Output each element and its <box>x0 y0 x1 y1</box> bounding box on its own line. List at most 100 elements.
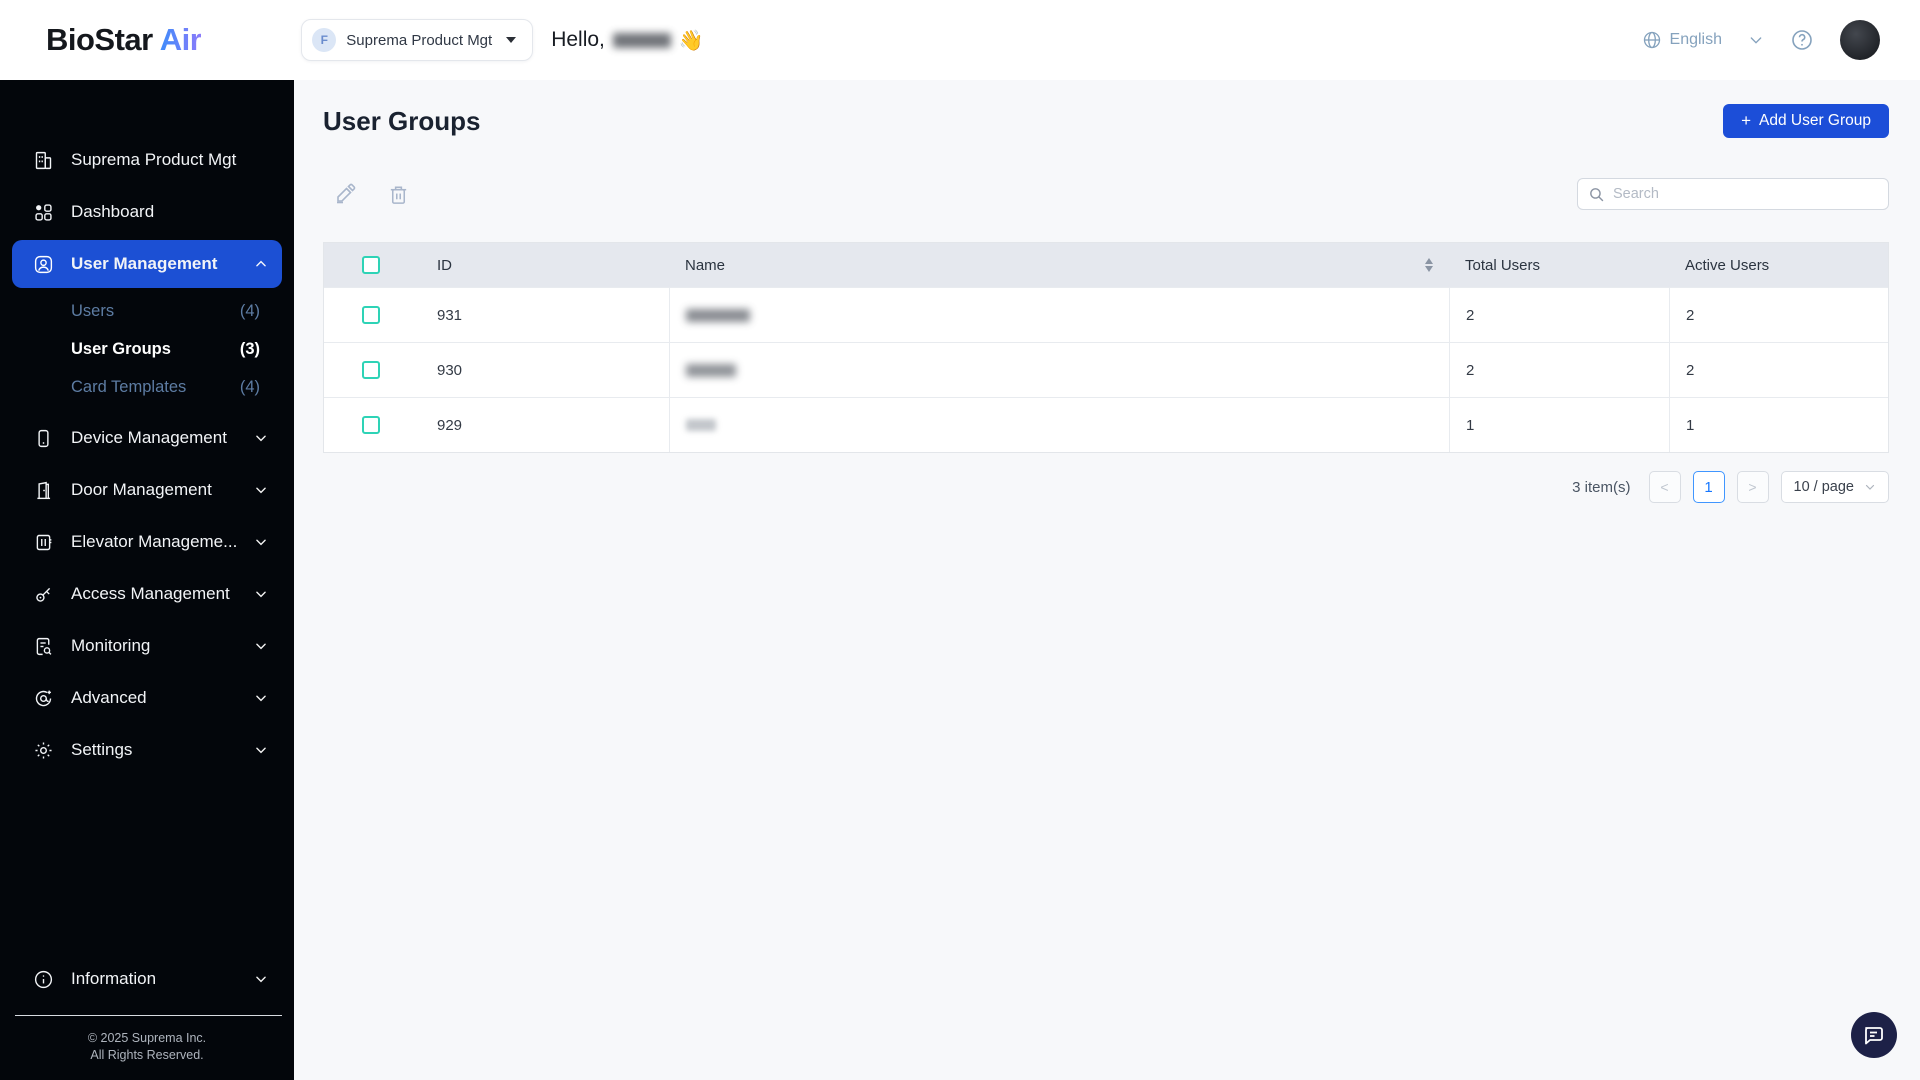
edit-pencil-icon[interactable] <box>333 182 357 206</box>
help-button[interactable] <box>1790 28 1814 52</box>
trash-icon[interactable] <box>387 183 410 206</box>
search-input[interactable] <box>1613 186 1878 202</box>
sidebar-item-user-groups[interactable]: User Groups (3) <box>0 330 294 368</box>
sidebar-item-advanced[interactable]: Advanced <box>0 672 294 724</box>
header-actions: English <box>1642 20 1880 60</box>
sidebar-item-settings[interactable]: Settings <box>0 724 294 776</box>
submenu-count: (4) <box>239 377 260 396</box>
question-circle-icon <box>1792 30 1812 50</box>
sidebar-item-label: Access Management <box>71 584 230 603</box>
sidebar-item-door-management[interactable]: Door Management <box>0 464 294 516</box>
column-header-id: ID <box>437 256 452 274</box>
pagination-next-button[interactable]: > <box>1736 471 1769 503</box>
row-active-users: 2 <box>1669 343 1888 397</box>
elevator-icon <box>36 534 52 550</box>
wave-emoji: 👋 <box>678 29 704 52</box>
sidebar-item-label: Advanced <box>71 688 147 707</box>
submenu-label: Card Templates <box>71 377 187 396</box>
organization-badge: F <box>312 28 337 52</box>
row-checkbox[interactable] <box>362 361 380 379</box>
row-checkbox-cell <box>324 361 414 379</box>
key-icon <box>36 587 51 602</box>
sidebar-item-label: Suprema Product Mgt <box>71 150 237 169</box>
row-active-users: 2 <box>1669 288 1888 342</box>
caret-down-icon <box>506 37 517 43</box>
submenu-label: User Groups <box>71 339 171 358</box>
page-head: User Groups + Add User Group <box>323 104 1889 138</box>
greeting-text: Hello, <box>551 28 605 51</box>
chevron-down-icon <box>256 747 266 754</box>
row-name <box>669 343 1449 397</box>
plus-icon: + <box>1741 111 1751 130</box>
device-icon <box>38 429 49 447</box>
chevron-down-icon[interactable] <box>1748 32 1764 48</box>
door-icon <box>37 481 51 499</box>
sidebar-item-dashboard[interactable]: Dashboard <box>0 186 294 238</box>
logo-biostar: BioStar <box>46 22 153 57</box>
table-header-row: ID Name Total Users Active Users <box>324 243 1888 287</box>
sidebar-item-suprema-product-mgt[interactable]: Suprema Product Mgt <box>0 134 294 186</box>
table-row[interactable]: 931 2 2 <box>324 287 1888 342</box>
add-user-group-button[interactable]: + Add User Group <box>1723 104 1889 138</box>
user-groups-table: ID Name Total Users Active Users 931 2 2… <box>323 242 1889 453</box>
sidebar-item-device-management[interactable]: Device Management <box>0 412 294 464</box>
language-label: English <box>1669 31 1722 48</box>
page-title: User Groups <box>323 105 481 136</box>
chat-fab-button[interactable] <box>1851 1012 1897 1058</box>
sidebar-item-card-templates[interactable]: Card Templates (4) <box>0 368 294 406</box>
chevron-down-icon <box>256 643 266 650</box>
main-content: User Groups + Add User Group ID <box>294 80 1920 1080</box>
user-avatar[interactable] <box>1840 20 1880 60</box>
column-header-total-users: Total Users <box>1465 256 1541 274</box>
submenu-label: Users <box>71 301 115 320</box>
table-row[interactable]: 930 2 2 <box>324 342 1888 397</box>
column-header-name-label: Name <box>685 256 726 274</box>
sidebar-item-label: Device Management <box>71 428 227 447</box>
sidebar-item-monitoring[interactable]: Monitoring <box>0 620 294 672</box>
row-total-users: 2 <box>1449 343 1669 397</box>
search-box[interactable] <box>1577 178 1889 210</box>
language-selector[interactable]: English <box>1642 30 1722 50</box>
row-checkbox-cell <box>324 416 414 434</box>
row-id: 929 <box>437 416 463 434</box>
sidebar-item-user-management[interactable]: User Management <box>12 240 282 288</box>
organization-label: Suprema Product Mgt <box>346 31 493 49</box>
row-checkbox[interactable] <box>362 416 380 434</box>
search-icon <box>1590 187 1604 201</box>
row-name <box>669 288 1449 342</box>
top-header: BioStar Air F Suprema Product Mgt Hello,… <box>0 0 1920 80</box>
sort-icon[interactable] <box>1425 258 1433 272</box>
chevron-down-icon <box>256 435 266 442</box>
pagination-page-1[interactable]: 1 <box>1692 471 1725 503</box>
table-row[interactable]: 929 1 1 <box>324 397 1888 452</box>
sidebar-item-elevator-management[interactable]: Elevator Manageme... <box>0 516 294 568</box>
sidebar-item-access-management[interactable]: Access Management <box>0 568 294 620</box>
copyright-line1: © 2025 Suprema Inc. <box>87 1031 207 1045</box>
page-size-selector[interactable]: 10 / page <box>1780 471 1889 503</box>
row-name <box>669 398 1449 452</box>
pagination-prev-button[interactable]: < <box>1648 471 1681 503</box>
copyright: © 2025 Suprema Inc. All Rights Reserved. <box>0 1030 294 1064</box>
info-circle-icon <box>34 970 53 988</box>
select-all-checkbox[interactable] <box>362 256 380 274</box>
items-count: 3 item(s) <box>1572 478 1631 496</box>
blurred-group-name <box>686 419 716 431</box>
logo-air: Air <box>159 22 202 57</box>
chat-bubble-icon <box>1865 1027 1883 1045</box>
organization-selector[interactable]: F Suprema Product Mgt <box>301 19 534 61</box>
table-toolbar <box>323 178 1889 210</box>
add-user-group-label: Add User Group <box>1759 112 1871 129</box>
row-checkbox[interactable] <box>362 306 380 324</box>
sidebar-bottom: Information © 2025 Suprema Inc. All Righ… <box>0 953 294 1080</box>
chevron-down-icon <box>256 487 266 494</box>
blurred-group-name <box>686 363 736 377</box>
row-active-users: 1 <box>1669 398 1888 452</box>
sidebar-item-information[interactable]: Information <box>0 953 294 1005</box>
table-footer: 3 item(s) < 1 > 10 / page <box>323 471 1889 503</box>
sidebar-item-label: Door Management <box>71 480 212 499</box>
blurred-username <box>612 32 671 48</box>
submenu-count: (4) <box>239 301 260 320</box>
chevron-down-icon <box>256 695 266 702</box>
sidebar-item-users[interactable]: Users (4) <box>0 292 294 330</box>
column-header-name: Name <box>669 257 1449 274</box>
